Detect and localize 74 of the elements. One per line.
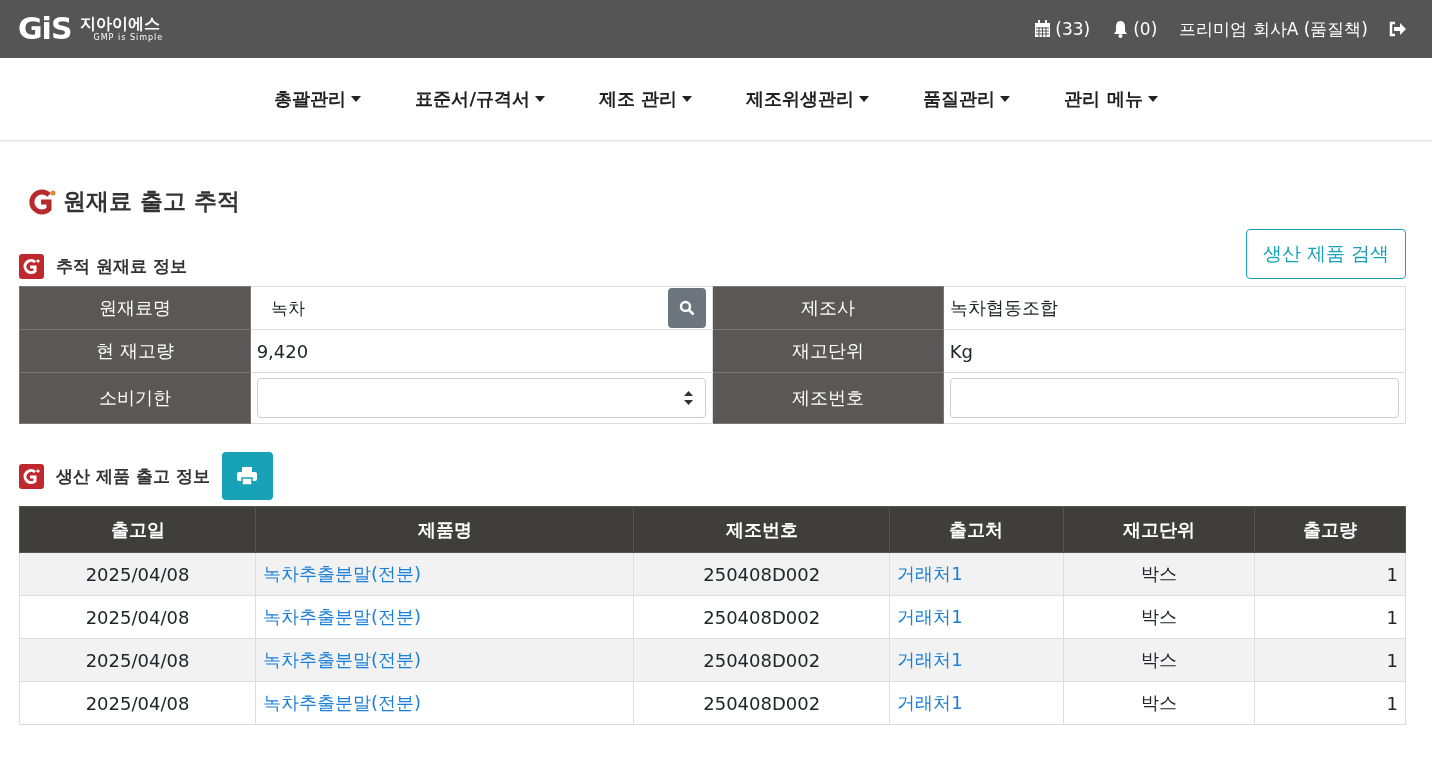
table-cell: 1 — [1254, 595, 1406, 639]
section-title: 생산 제품 출고 정보 — [56, 464, 210, 488]
table-cell: 250408D002 — [633, 595, 890, 639]
field-value: 9,420 — [250, 329, 713, 373]
table-link[interactable]: 녹차추출분말(전분) — [255, 681, 634, 725]
caret-icon — [1147, 96, 1158, 102]
column-header: 출고일 — [19, 506, 256, 553]
page-title: 원재료 출고 추적 — [63, 187, 240, 216]
notification-link[interactable]: (0) — [1112, 19, 1158, 39]
table-cell: 박스 — [1063, 595, 1255, 639]
caret-icon — [859, 96, 870, 102]
field-label: 원재료명 — [19, 286, 251, 330]
table-cell: 박스 — [1063, 681, 1255, 725]
table-cell: 250408D002 — [633, 552, 890, 596]
field-label: 현 재고량 — [19, 329, 251, 373]
table-link[interactable]: 녹차추출분말(전분) — [255, 552, 634, 596]
logo-icon — [19, 254, 44, 279]
print-button[interactable] — [221, 452, 273, 500]
table-cell: 2025/04/08 — [19, 681, 256, 725]
caret-icon — [535, 96, 545, 102]
caret-icon — [682, 96, 693, 102]
nav-menu[interactable]: 총괄관리 — [270, 83, 366, 115]
table-link[interactable]: 거래처1 — [889, 595, 1064, 639]
table-cell: 1 — [1254, 552, 1406, 596]
tagline: GMP is Simple — [92, 33, 164, 42]
search-icon — [679, 300, 695, 316]
field-label: 재고단위 — [712, 329, 944, 373]
calendar-link[interactable]: (33) — [1034, 19, 1091, 39]
user-name[interactable]: 프리미엄 회사A (품질책) — [1179, 17, 1368, 41]
search-button[interactable] — [668, 288, 706, 328]
bell-icon — [1112, 20, 1130, 38]
nav-menu[interactable]: 제조위생관리 — [742, 83, 874, 115]
sign-out-icon[interactable] — [1388, 21, 1406, 37]
caret-icon — [351, 96, 362, 102]
input-field[interactable] — [949, 378, 1399, 418]
table-cell: 1 — [1254, 638, 1406, 682]
table-cell: 250408D002 — [633, 681, 890, 725]
table-cell: 박스 — [1063, 552, 1255, 596]
table-cell: 2025/04/08 — [19, 595, 256, 639]
calendar-icon — [1034, 20, 1052, 38]
column-header: 제조번호 — [633, 506, 890, 553]
table-link[interactable]: 거래처1 — [889, 552, 1064, 596]
nav-menu[interactable]: 관리 메뉴 — [1060, 83, 1162, 115]
column-header: 출고처 — [889, 506, 1064, 553]
column-header: 제품명 — [255, 506, 634, 553]
table-cell: 박스 — [1063, 638, 1255, 682]
table-link[interactable]: 녹차추출분말(전분) — [255, 595, 634, 639]
caret-icon — [1000, 96, 1011, 102]
table-link[interactable]: 거래처1 — [889, 638, 1064, 682]
table-cell: 1 — [1254, 681, 1406, 725]
nav-menu[interactable]: 제조 관리 — [595, 83, 697, 115]
logo[interactable]: GiS — [18, 13, 72, 45]
field-label: 제조사 — [712, 286, 944, 330]
field-value[interactable]: 녹차 — [256, 296, 305, 320]
column-header: 출고량 — [1254, 506, 1406, 553]
sort-icon — [684, 391, 693, 405]
logo-icon — [19, 463, 44, 489]
table-link[interactable]: 거래처1 — [889, 681, 1064, 725]
brand-name: 지아이에스 — [79, 15, 161, 33]
printer-icon — [237, 467, 258, 485]
column-header: 재고단위 — [1063, 506, 1255, 553]
table-cell: 2025/04/08 — [19, 638, 256, 682]
logo-icon — [27, 188, 57, 215]
field-label: 소비기한 — [19, 372, 251, 424]
section-title: 추적 원재료 정보 — [56, 255, 187, 278]
nav-menu[interactable]: 표준서/규격서 — [411, 83, 549, 115]
field-value: 녹차협동조합 — [943, 286, 1406, 330]
nav-menu[interactable]: 품질관리 — [919, 83, 1015, 115]
field-label: 제조번호 — [712, 372, 944, 424]
table-cell: 250408D002 — [633, 638, 890, 682]
select-field[interactable] — [256, 378, 706, 418]
table-link[interactable]: 녹차추출분말(전분) — [255, 638, 634, 682]
table-cell: 2025/04/08 — [19, 552, 256, 596]
field-value: Kg — [943, 329, 1406, 373]
